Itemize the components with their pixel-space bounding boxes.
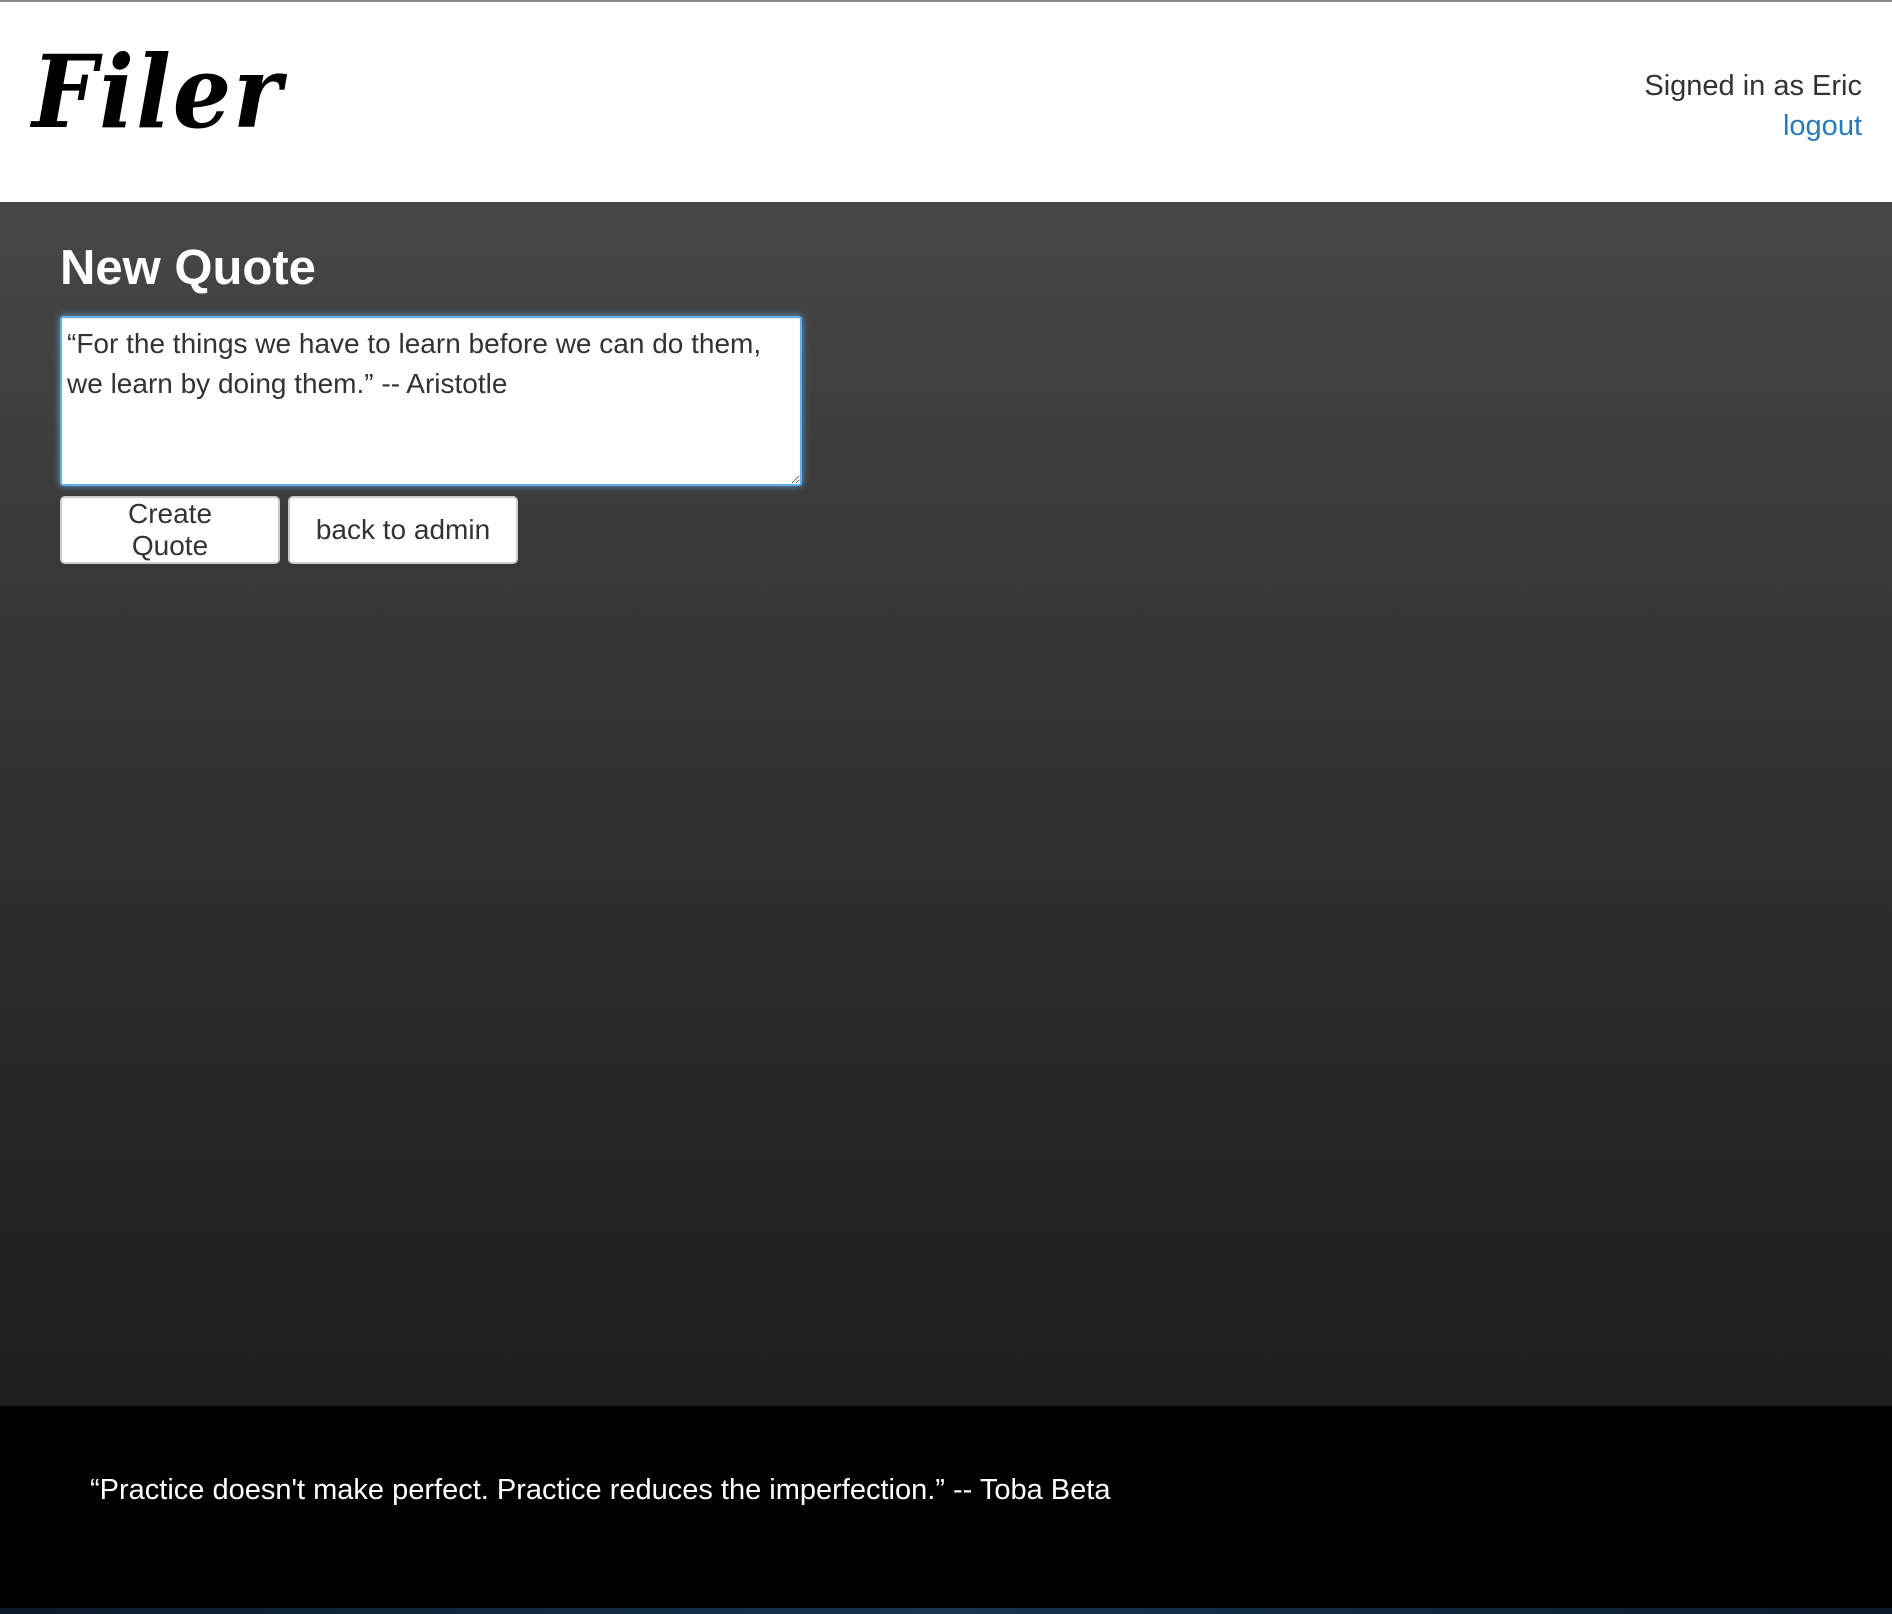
user-status: Signed in as Eric logout bbox=[1644, 66, 1862, 146]
site-logo[interactable]: Filer bbox=[32, 42, 283, 142]
create-quote-button[interactable]: Create Quote bbox=[60, 496, 280, 564]
main-content: New Quote “For the things we have to lea… bbox=[0, 202, 1892, 1406]
signed-in-label: Signed in as Eric bbox=[1644, 70, 1862, 102]
back-to-admin-button[interactable]: back to admin bbox=[288, 496, 518, 564]
quote-textarea[interactable]: “For the things we have to learn before … bbox=[60, 316, 802, 486]
page: Filer Signed in as Eric logout New Quote… bbox=[0, 0, 1892, 1614]
page-title: New Quote bbox=[60, 241, 316, 295]
site-header: Filer Signed in as Eric logout bbox=[0, 2, 1892, 202]
site-footer: “Practice doesn't make perfect. Practice… bbox=[0, 1406, 1892, 1608]
bottom-edge bbox=[0, 1608, 1892, 1614]
logout-link[interactable]: logout bbox=[1644, 106, 1862, 146]
footer-quote: “Practice doesn't make perfect. Practice… bbox=[90, 1474, 1111, 1506]
